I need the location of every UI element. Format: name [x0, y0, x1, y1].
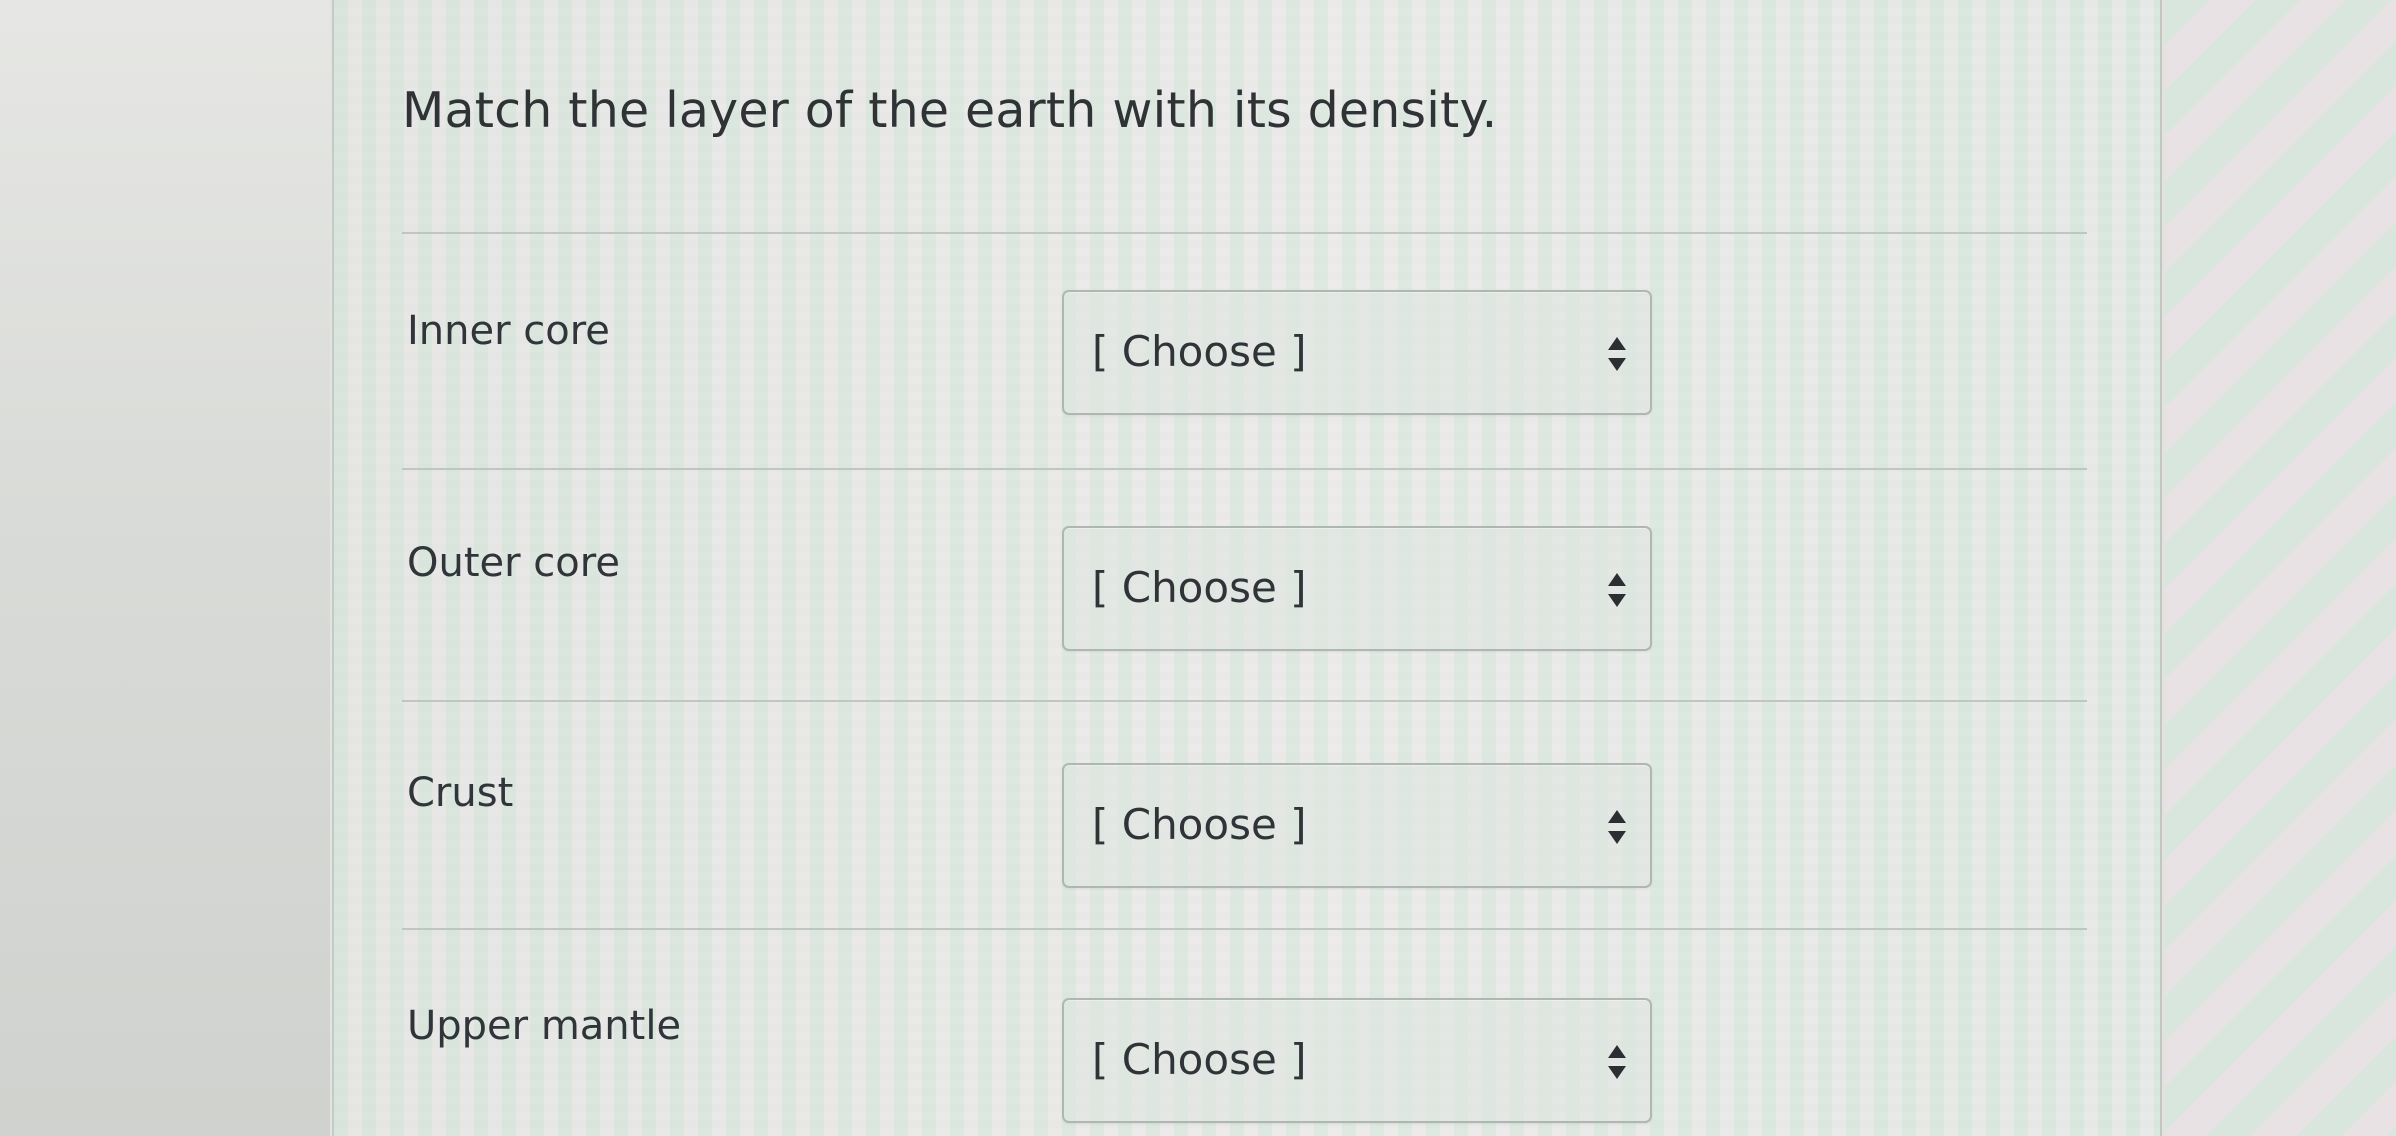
answer-select-crust[interactable]: [ Choose ]: [1062, 763, 1652, 888]
question-prompt: Match the layer of the earth with its de…: [402, 82, 1498, 139]
up-down-chevron-icon: [1608, 810, 1626, 844]
select-value-crust: [ Choose ]: [1092, 800, 1307, 849]
right-background: [2165, 0, 2396, 1136]
up-down-chevron-icon: [1608, 337, 1626, 371]
answer-select-upper-mantle[interactable]: [ Choose ]: [1062, 998, 1652, 1123]
answer-row-crust: Crust [ Choose ]: [402, 763, 2087, 920]
answer-select-outer-core[interactable]: [ Choose ]: [1062, 526, 1652, 651]
answer-select-inner-core[interactable]: [ Choose ]: [1062, 290, 1652, 415]
answer-divider: [402, 468, 2087, 470]
term-label-outer-core: Outer core: [407, 540, 620, 586]
answer-row-upper-mantle: Upper mantle [ Choose ]: [402, 998, 2087, 1136]
select-value-inner-core: [ Choose ]: [1092, 327, 1307, 376]
answer-divider: [402, 700, 2087, 702]
quiz-card: Match the layer of the earth with its de…: [332, 0, 2162, 1136]
quiz-page: Match the layer of the earth with its de…: [0, 0, 2396, 1136]
term-label-inner-core: Inner core: [407, 308, 610, 354]
answer-divider: [402, 928, 2087, 930]
select-value-upper-mantle: [ Choose ]: [1092, 1035, 1307, 1084]
select-value-outer-core: [ Choose ]: [1092, 563, 1307, 612]
answer-row-inner-core: Inner core [ Choose ]: [402, 290, 2087, 458]
up-down-chevron-icon: [1608, 573, 1626, 607]
answer-row-outer-core: Outer core [ Choose ]: [402, 526, 2087, 690]
term-label-upper-mantle: Upper mantle: [407, 1003, 682, 1049]
question-divider: [402, 232, 2087, 234]
term-label-crust: Crust: [407, 770, 514, 816]
left-background: [0, 0, 330, 1136]
up-down-chevron-icon: [1608, 1045, 1626, 1079]
